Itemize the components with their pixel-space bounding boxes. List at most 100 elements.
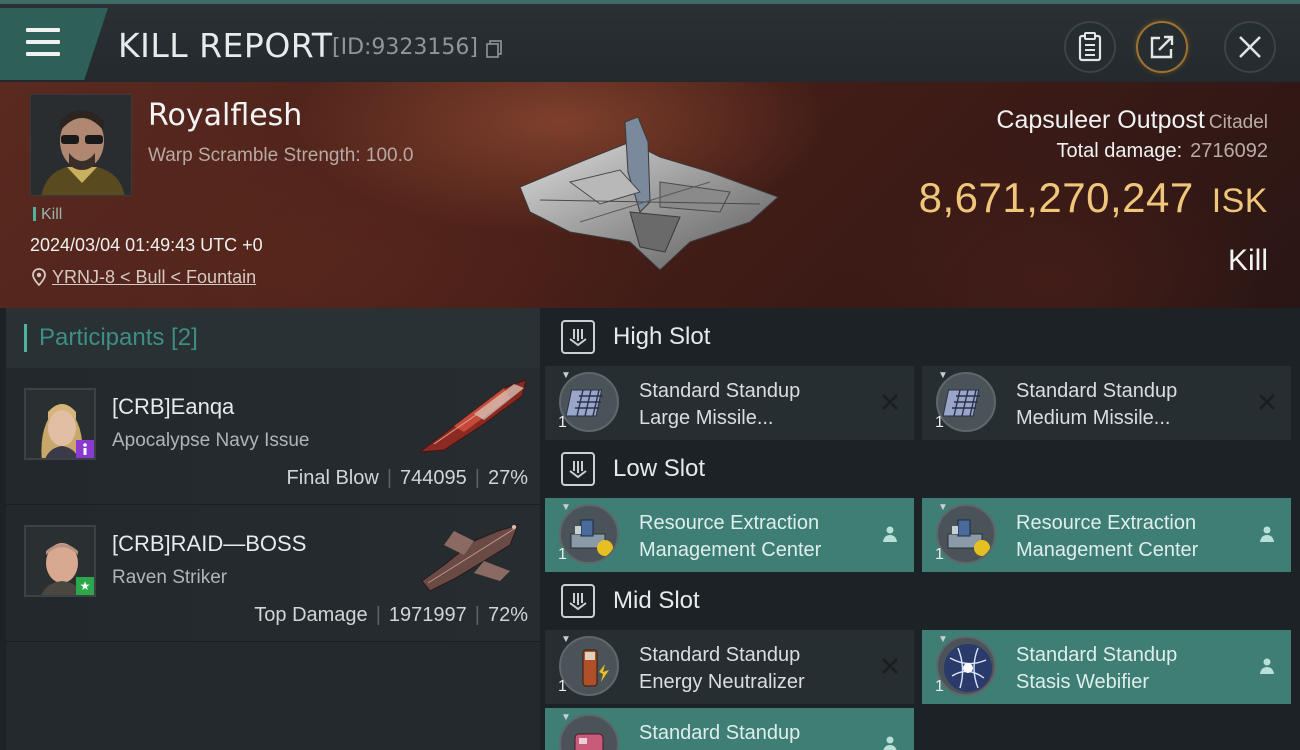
participant-row[interactable]: [CRB]Eanqa Apocalypse Navy Issue Final B…: [6, 368, 540, 505]
module-name: Standard Standup Large Missile...: [639, 380, 801, 429]
low-slot-flag-icon: ▼: [561, 502, 571, 513]
module-name: Standard Standup: [639, 722, 801, 744]
victim-name: Royalflesh: [148, 98, 303, 133]
page-title: KILL REPORT: [118, 26, 333, 65]
target-structure-name: Capsuleer Outpost: [996, 106, 1205, 134]
clipboard-button[interactable]: [1064, 21, 1116, 73]
participant-damage: 744095: [400, 467, 467, 489]
module-quantity: 1: [935, 678, 944, 695]
dropped-person-icon: [1257, 656, 1277, 676]
resource-extraction-icon: [559, 504, 619, 564]
participant-role: Top Damage: [254, 604, 368, 626]
high-slot-flag-icon: ▼: [561, 370, 571, 381]
mid-slot-flag-icon: ▼: [561, 634, 571, 645]
copy-icon[interactable]: [486, 40, 502, 58]
close-button[interactable]: [1224, 21, 1276, 73]
participant-portrait[interactable]: ★: [24, 525, 96, 597]
participant-ship-image: [421, 524, 519, 592]
participant-ship: Apocalypse Navy Issue: [112, 430, 310, 451]
module-name: Resource Extraction Management Center: [1016, 512, 1199, 561]
module-name: Standard Standup Energy Neutralizer: [639, 644, 805, 693]
module-quantity: 1: [935, 414, 944, 431]
clipboard-icon: [1078, 32, 1102, 62]
module-card[interactable]: ▼ 1 Standard Standup Energy Neutralizer: [545, 630, 914, 704]
menu-icon[interactable]: [26, 28, 60, 56]
module-card[interactable]: ▼ 1 Resource Extraction Management Center: [545, 498, 914, 572]
missile-launcher-icon: [559, 372, 619, 432]
participant-portrait[interactable]: [24, 388, 96, 460]
participant-stats: Final Blow | 744095 | 27%: [286, 467, 528, 489]
participant-stats: Top Damage | 1971997 | 72%: [254, 604, 528, 626]
victim-portrait[interactable]: [30, 94, 132, 196]
high-slot-header: High Slot: [545, 308, 1300, 366]
dropped-person-icon: [1257, 524, 1277, 544]
destroyed-icon: [1257, 392, 1277, 412]
module-card[interactable]: ▼ 1 Standard Standup Large Missile...: [545, 366, 914, 440]
dropped-person-icon: [880, 524, 900, 544]
participant-percent: 27%: [487, 467, 528, 489]
high-slot-flag-icon: ▼: [938, 370, 948, 381]
mid-slot-flag-icon: ▼: [938, 634, 948, 645]
share-button[interactable]: [1136, 21, 1188, 73]
participants-panel: Participants [2] [CRB]Eanqa Apocalypse N…: [6, 308, 540, 750]
mid-slot-label: Mid Slot: [613, 587, 700, 614]
menu-button[interactable]: [0, 8, 108, 80]
total-damage-value: 2716092: [1190, 140, 1268, 162]
close-icon: [1239, 36, 1261, 58]
high-slot-icon: [561, 320, 595, 354]
kill-banner: Royalflesh Warp Scramble Strength: 100.0…: [0, 82, 1300, 308]
destroyed-icon: [880, 656, 900, 676]
missile-launcher-icon: [936, 372, 996, 432]
participant-percent: 72%: [487, 604, 528, 626]
module-name: Standard Standup Stasis Webifier: [1016, 644, 1178, 693]
share-icon: [1150, 35, 1174, 59]
report-id: [ID:9323156]: [332, 35, 478, 60]
location-link[interactable]: YRNJ-8 < Bull < Fountain: [52, 267, 256, 287]
low-slot-flag-icon: ▼: [938, 502, 948, 513]
citadel-structure-image: [519, 116, 779, 271]
module-quantity: 1: [558, 414, 567, 431]
module-card[interactable]: ▼ 1 Standard Standup Medium Missile...: [922, 366, 1291, 440]
module-quantity: 1: [935, 546, 944, 563]
destroyed-icon: [880, 392, 900, 412]
fitting-panel: High Slot ▼ 1 Standard Standup Large Miss…: [545, 308, 1300, 750]
kill-tag: Kill: [33, 206, 62, 224]
target-name: Capsuleer Outpost Citadel: [996, 106, 1268, 135]
participant-ship: Raven Striker: [112, 567, 228, 588]
warp-scramble-strength: Warp Scramble Strength: 100.0: [148, 145, 414, 166]
participant-damage: 1971997: [388, 604, 467, 626]
slot-flag-icon: ▼: [561, 712, 571, 723]
module-quantity: 1: [558, 678, 567, 695]
location-pin-icon: [32, 268, 46, 287]
top-bar: KILL REPORT [ID:9323156]: [0, 0, 1300, 82]
participant-ship-image: [418, 379, 527, 453]
low-slot-header: Low Slot: [545, 440, 1300, 498]
module-name: Resource Extraction Management Center: [639, 512, 822, 561]
kill-location[interactable]: YRNJ-8 < Bull < Fountain: [32, 267, 256, 288]
participant-name: [CRB]RAID—BOSS: [112, 531, 307, 556]
participant-row[interactable]: ★ [CRB]RAID—BOSS Raven Striker Top Damag…: [6, 505, 540, 642]
isk-value: 8,671,270,247 ISK: [919, 174, 1268, 222]
player-badge-icon: [76, 440, 94, 458]
isk-amount: 8,671,270,247: [918, 174, 1194, 221]
kill-result: Kill: [1227, 244, 1268, 277]
module-card[interactable]: ▼ 1 Standard Standup Stasis Webifier: [922, 630, 1291, 704]
stasis-webifier-icon: [936, 636, 996, 696]
high-slot-label: High Slot: [613, 323, 711, 350]
energy-neutralizer-icon: [559, 636, 619, 696]
dropped-person-icon: [880, 734, 900, 750]
module-card[interactable]: ▼ 1 Resource Extraction Management Center: [922, 498, 1291, 572]
module-quantity: 1: [558, 546, 567, 563]
participants-header[interactable]: Participants [2]: [6, 308, 540, 368]
module-name: Standard Standup Medium Missile...: [1016, 380, 1178, 429]
mid-slot-header: Mid Slot: [545, 572, 1300, 630]
star-badge-icon: ★: [76, 577, 94, 595]
participant-name: [CRB]Eanqa: [112, 394, 235, 419]
participant-role: Final Blow: [286, 467, 379, 489]
target-structure-type: Citadel: [1208, 112, 1268, 133]
resource-extraction-icon: [936, 504, 996, 564]
total-damage: Total damage: 2716092: [1056, 140, 1268, 163]
module-card[interactable]: ▼ Standard Standup: [545, 708, 914, 750]
kill-datetime: 2024/03/04 01:49:43 UTC +0: [30, 235, 263, 255]
mid-slot-icon: [561, 584, 595, 618]
